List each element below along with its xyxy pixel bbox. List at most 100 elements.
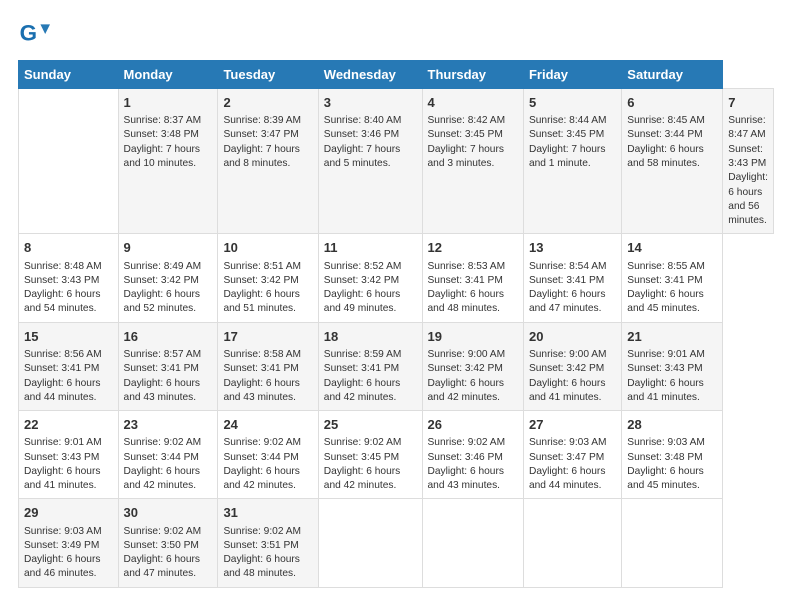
calendar-cell — [318, 499, 422, 587]
cell-content: Sunrise: 8:42 AMSunset: 3:45 PMDaylight:… — [428, 114, 518, 171]
calendar-header-row: SundayMondayTuesdayWednesdayThursdayFrid… — [19, 61, 774, 89]
calendar-cell: 11 Sunrise: 8:52 AMSunset: 3:42 PMDayligh… — [318, 234, 422, 322]
calendar-cell: 31Sunrise: 9:02 AMSunset: 3:51 PMDayligh… — [218, 499, 318, 587]
day-number: 14 — [627, 239, 717, 257]
day-number: 5 — [529, 94, 616, 112]
day-number: 10 — [223, 239, 312, 257]
cell-content: Sunrise: 9:02 AMSunset: 3:45 PMDaylight:… — [324, 436, 417, 493]
day-number: 9 — [124, 239, 213, 257]
day-number: 30 — [124, 504, 213, 522]
day-number: 19 — [428, 328, 518, 346]
day-number: 16 — [124, 328, 213, 346]
day-number: 22 — [24, 416, 113, 434]
calendar-cell: 14Sunrise: 8:55 AMSunset: 3:41 PMDayligh… — [622, 234, 723, 322]
calendar-week-row: 29 Sunrise: 9:03 AMSunset: 3:49 PMDayligh… — [19, 499, 774, 587]
day-number: 26 — [428, 416, 518, 434]
calendar-week-row: 1 Sunrise: 8:37 AMSunset: 3:48 PMDaylight… — [19, 89, 774, 234]
day-number: 21 — [627, 328, 717, 346]
calendar-cell: 6Sunrise: 8:45 AMSunset: 3:44 PMDaylight… — [622, 89, 723, 234]
calendar-cell: 25 Sunrise: 9:02 AMSunset: 3:45 PMDayligh… — [318, 411, 422, 499]
day-number: 23 — [124, 416, 213, 434]
calendar-cell: 21 Sunrise: 9:01 AMSunset: 3:43 PMDayligh… — [622, 322, 723, 410]
day-number: 1 — [124, 94, 213, 112]
calendar-cell — [422, 499, 523, 587]
calendar-cell: 22 Sunrise: 9:01 AMSunset: 3:43 PMDayligh… — [19, 411, 119, 499]
calendar-cell: 29 Sunrise: 9:03 AMSunset: 3:49 PMDayligh… — [19, 499, 119, 587]
calendar-cell: 18 Sunrise: 8:59 AMSunset: 3:41 PMDayligh… — [318, 322, 422, 410]
cell-content: Sunrise: 8:53 AMSunset: 3:41 PMDaylight:… — [428, 260, 518, 317]
calendar-cell: 27Sunrise: 9:03 AMSunset: 3:47 PMDayligh… — [523, 411, 621, 499]
logo: G — [18, 18, 54, 50]
calendar-cell: 13 Sunrise: 8:54 AMSunset: 3:41 PMDayligh… — [523, 234, 621, 322]
logo-icon: G — [18, 18, 50, 50]
cell-content: Sunrise: 9:03 AMSunset: 3:49 PMDaylight:… — [24, 525, 113, 582]
cell-content: Sunrise: 8:52 AMSunset: 3:42 PMDaylight:… — [324, 260, 417, 317]
calendar-week-row: 22 Sunrise: 9:01 AMSunset: 3:43 PMDayligh… — [19, 411, 774, 499]
day-number: 3 — [324, 94, 417, 112]
cell-content: Sunrise: 9:01 AMSunset: 3:43 PMDaylight:… — [627, 348, 717, 405]
cell-content: Sunrise: 8:58 AMSunset: 3:41 PMDaylight:… — [223, 348, 312, 405]
calendar-cell: 9Sunrise: 8:49 AMSunset: 3:42 PMDaylight… — [118, 234, 218, 322]
calendar-cell: 4 Sunrise: 8:42 AMSunset: 3:45 PMDaylight… — [422, 89, 523, 234]
cell-content: Sunrise: 9:02 AMSunset: 3:51 PMDaylight:… — [223, 525, 312, 582]
day-number: 24 — [223, 416, 312, 434]
day-number: 25 — [324, 416, 417, 434]
cell-content: Sunrise: 8:40 AMSunset: 3:46 PMDaylight:… — [324, 114, 417, 171]
cell-content: Sunrise: 9:03 AMSunset: 3:47 PMDaylight:… — [529, 436, 616, 493]
cell-content: Sunrise: 9:00 AMSunset: 3:42 PMDaylight:… — [529, 348, 616, 405]
calendar-cell: 24 Sunrise: 9:02 AMSunset: 3:44 PMDayligh… — [218, 411, 318, 499]
calendar-cell: 17Sunrise: 8:58 AMSunset: 3:41 PMDayligh… — [218, 322, 318, 410]
day-number: 2 — [223, 94, 312, 112]
calendar-cell: 19 Sunrise: 9:00 AMSunset: 3:42 PMDayligh… — [422, 322, 523, 410]
calendar-cell: 23 Sunrise: 9:02 AMSunset: 3:44 PMDayligh… — [118, 411, 218, 499]
cell-content: Sunrise: 8:39 AMSunset: 3:47 PMDaylight:… — [223, 114, 312, 171]
cell-content: Sunrise: 9:00 AMSunset: 3:42 PMDaylight:… — [428, 348, 518, 405]
col-header-sunday: Sunday — [19, 61, 119, 89]
day-number: 20 — [529, 328, 616, 346]
calendar-week-row: 8Sunrise: 8:48 AMSunset: 3:43 PMDaylight… — [19, 234, 774, 322]
day-number: 15 — [24, 328, 113, 346]
main-container: G SundayMondayTuesdayWednesdayThursdayFr… — [0, 0, 792, 600]
calendar-cell — [523, 499, 621, 587]
day-number: 7 — [728, 94, 768, 112]
cell-content: Sunrise: 8:37 AMSunset: 3:48 PMDaylight:… — [124, 114, 213, 171]
day-number: 28 — [627, 416, 717, 434]
calendar-table: SundayMondayTuesdayWednesdayThursdayFrid… — [18, 60, 774, 588]
day-number: 12 — [428, 239, 518, 257]
calendar-cell: 30 Sunrise: 9:02 AMSunset: 3:50 PMDayligh… — [118, 499, 218, 587]
cell-content: Sunrise: 8:59 AMSunset: 3:41 PMDaylight:… — [324, 348, 417, 405]
calendar-cell — [622, 499, 723, 587]
calendar-cell: 10Sunrise: 8:51 AMSunset: 3:42 PMDayligh… — [218, 234, 318, 322]
day-number: 13 — [529, 239, 616, 257]
cell-content: Sunrise: 8:44 AMSunset: 3:45 PMDaylight:… — [529, 114, 616, 171]
col-header-friday: Friday — [523, 61, 621, 89]
day-number: 11 — [324, 239, 417, 257]
calendar-cell: 28 Sunrise: 9:03 AMSunset: 3:48 PMDayligh… — [622, 411, 723, 499]
col-header-tuesday: Tuesday — [218, 61, 318, 89]
calendar-cell: 26 Sunrise: 9:02 AMSunset: 3:46 PMDayligh… — [422, 411, 523, 499]
col-header-saturday: Saturday — [622, 61, 723, 89]
calendar-cell: 3 Sunrise: 8:40 AMSunset: 3:46 PMDaylight… — [318, 89, 422, 234]
calendar-cell: 20 Sunrise: 9:00 AMSunset: 3:42 PMDayligh… — [523, 322, 621, 410]
col-header-thursday: Thursday — [422, 61, 523, 89]
day-number: 29 — [24, 504, 113, 522]
cell-content: Sunrise: 9:03 AMSunset: 3:48 PMDaylight:… — [627, 436, 717, 493]
day-number: 4 — [428, 94, 518, 112]
calendar-cell: 16 Sunrise: 8:57 AMSunset: 3:41 PMDayligh… — [118, 322, 218, 410]
cell-content: Sunrise: 9:01 AMSunset: 3:43 PMDaylight:… — [24, 436, 113, 493]
cell-content: Sunrise: 9:02 AMSunset: 3:44 PMDaylight:… — [124, 436, 213, 493]
day-number: 18 — [324, 328, 417, 346]
cell-content: Sunrise: 8:54 AMSunset: 3:41 PMDaylight:… — [529, 260, 616, 317]
calendar-cell: 5 Sunrise: 8:44 AMSunset: 3:45 PMDaylight… — [523, 89, 621, 234]
calendar-cell — [19, 89, 119, 234]
cell-content: Sunrise: 8:48 AMSunset: 3:43 PMDaylight:… — [24, 260, 113, 317]
cell-content: Sunrise: 8:57 AMSunset: 3:41 PMDaylight:… — [124, 348, 213, 405]
cell-content: Sunrise: 9:02 AMSunset: 3:44 PMDaylight:… — [223, 436, 312, 493]
cell-content: Sunrise: 9:02 AMSunset: 3:46 PMDaylight:… — [428, 436, 518, 493]
col-header-monday: Monday — [118, 61, 218, 89]
day-number: 6 — [627, 94, 717, 112]
calendar-cell: 7Sunrise: 8:47 AMSunset: 3:43 PMDaylight… — [723, 89, 774, 234]
calendar-cell: 8Sunrise: 8:48 AMSunset: 3:43 PMDaylight… — [19, 234, 119, 322]
calendar-cell: 2 Sunrise: 8:39 AMSunset: 3:47 PMDaylight… — [218, 89, 318, 234]
cell-content: Sunrise: 9:02 AMSunset: 3:50 PMDaylight:… — [124, 525, 213, 582]
